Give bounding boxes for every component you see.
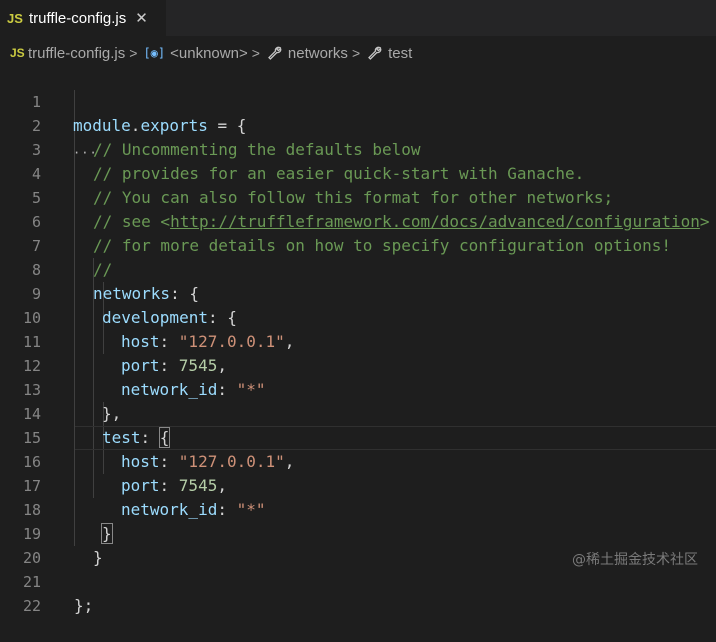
js-file-icon: JS	[7, 10, 23, 26]
breadcrumb-symbol[interactable]: <unknown>	[170, 45, 248, 62]
code-line: 15 host: "127.0.0.1",	[0, 402, 716, 471]
code-line: 20	[0, 522, 716, 567]
tab-bar: JS truffle-config.js ✕	[0, 0, 716, 36]
code-line: 7 //	[0, 210, 716, 279]
code-line: 19 }	[0, 498, 716, 567]
module-icon: [◉]	[143, 46, 166, 60]
chevron-right-icon: >	[351, 45, 361, 61]
code-line: 2 // Uncommenting the defaults below	[0, 90, 716, 159]
chevron-right-icon: >	[251, 45, 260, 61]
wrench-icon	[267, 46, 282, 60]
line-number: 22	[22, 597, 41, 615]
code-line: 6 // for more details on how to specify …	[0, 186, 716, 255]
tab-title: truffle-config.js	[29, 9, 127, 27]
code-editor[interactable]: 1 module.exports = { ··· 2 // Uncommenti…	[0, 66, 716, 615]
code-line: 16 port: 7545,	[0, 426, 716, 495]
breadcrumb-networks[interactable]: networks	[288, 45, 348, 62]
code-line: 10 host: "127.0.0.1",	[0, 282, 716, 351]
breadcrumb-file[interactable]: truffle-config.js	[28, 45, 125, 62]
close-icon[interactable]: ✕	[135, 9, 148, 27]
code-line: 4 // You can also follow this format for…	[0, 138, 716, 207]
code-line: 17 network_id: "*"	[0, 450, 716, 519]
code-line: 1 module.exports = {	[0, 66, 716, 135]
wrench-icon	[368, 46, 382, 60]
code-line: 13 },	[0, 354, 716, 423]
code-line: 9 development: {	[0, 258, 716, 327]
tab-truffle-config[interactable]: JS truffle-config.js ✕	[0, 0, 166, 36]
chevron-right-icon: >	[129, 45, 138, 61]
js-file-icon: JS	[10, 46, 25, 60]
breadcrumb: JS truffle-config.js > [◉] <unknown> > n…	[0, 41, 716, 65]
code-line: 12 network_id: "*"	[0, 330, 716, 399]
watermark: @稀土掘金技术社区	[572, 552, 698, 568]
code-line: 14 test: {	[0, 378, 716, 448]
breadcrumb-test[interactable]: test	[388, 45, 412, 62]
code-line: 3 // provides for an easier quick-start …	[0, 114, 716, 183]
line-content: };	[74, 596, 94, 615]
code-line: 8 networks: {	[0, 234, 716, 303]
code-line: 22	[0, 570, 716, 615]
code-line: 18 }	[0, 474, 716, 544]
code-line: 5 // see <http://truffleframework.com/do…	[0, 162, 716, 231]
code-line: 11 port: 7545,	[0, 306, 716, 375]
